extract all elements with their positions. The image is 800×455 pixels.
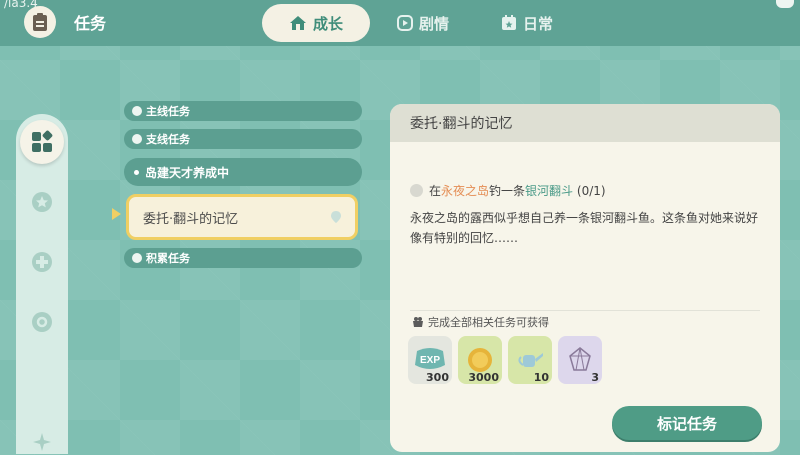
bullet-icon <box>134 169 139 175</box>
house-icon <box>289 16 306 30</box>
tab-growth[interactable]: 成长 <box>262 4 370 42</box>
divider <box>410 310 760 311</box>
tab-daily[interactable]: 日常 <box>494 4 560 42</box>
objective-target: 银河翻斗 <box>525 184 574 198</box>
grid-icon[interactable] <box>20 120 64 164</box>
sidebar <box>16 114 68 454</box>
rewards-title: 完成全部相关任务可获得 <box>412 314 549 330</box>
reward-watering-can[interactable]: 10 <box>508 336 552 384</box>
coin-icon <box>468 348 492 372</box>
category-icon <box>132 134 142 144</box>
reward-count: 300 <box>426 371 449 384</box>
calendar-icon <box>501 15 516 30</box>
exp-icon: EXP <box>415 348 445 369</box>
quest-item-selected[interactable]: 委托·翻斗的记忆 <box>126 194 358 240</box>
star-badge-icon[interactable] <box>20 180 64 224</box>
quest-detail-panel: 委托·翻斗的记忆 在永夜之岛钓一条银河翻斗 (0/1) 永夜之岛的露西似乎想自己… <box>390 104 780 452</box>
watering-can-icon <box>518 353 543 367</box>
reward-exp[interactable]: EXP 300 <box>408 336 452 384</box>
reward-count: 10 <box>533 371 549 384</box>
quest-detail-title: 委托·翻斗的记忆 <box>390 104 780 142</box>
svg-text:EXP: EXP <box>420 355 440 366</box>
mark-quest-button[interactable]: 标记任务 <box>612 406 762 440</box>
sub-category-label: 岛建天才养成中 <box>145 165 230 180</box>
category-side-quest[interactable]: 支线任务 <box>124 129 362 149</box>
objective-prefix: 在 <box>429 184 442 198</box>
location-pin-icon <box>331 211 341 223</box>
category-label: 主线任务 <box>146 105 190 118</box>
rewards-list: EXP 300 3000 10 3 <box>408 336 602 384</box>
category-label: 支线任务 <box>146 133 190 146</box>
category-icon <box>132 253 142 263</box>
reward-count: 3 <box>591 371 599 384</box>
quest-objective: 在永夜之岛钓一条银河翻斗 (0/1) <box>410 182 606 199</box>
clipboard-icon[interactable] <box>24 6 56 38</box>
gear-badge-icon[interactable] <box>20 300 64 344</box>
tab-label: 剧情 <box>418 14 449 33</box>
category-label: 积累任务 <box>146 252 190 265</box>
objective-location: 永夜之岛 <box>441 184 490 198</box>
plus-badge-icon[interactable] <box>20 240 64 284</box>
objective-middle: 钓一条 <box>489 184 526 198</box>
page-title: 任务 <box>74 14 107 33</box>
tab-label: 日常 <box>522 14 553 33</box>
sub-category-island[interactable]: 岛建天才养成中 <box>124 158 362 186</box>
tab-story[interactable]: 剧情 <box>388 4 458 42</box>
reward-coin[interactable]: 3000 <box>458 336 502 384</box>
objective-checkbox-icon <box>410 184 423 197</box>
category-accumulate-quest[interactable]: 积累任务 <box>124 248 362 268</box>
category-icon <box>132 106 142 116</box>
objective-progress: (0/1) <box>576 184 606 198</box>
top-bar: /lá3.4 任务 成长 剧情 日常 <box>0 0 800 46</box>
category-main-quest[interactable]: 主线任务 <box>124 101 362 121</box>
sparkle-icon[interactable] <box>20 420 64 455</box>
quest-item-label: 委托·翻斗的记忆 <box>143 211 239 227</box>
reward-crystal[interactable]: 3 <box>558 336 602 384</box>
selection-arrow-icon <box>112 208 121 220</box>
tab-label: 成长 <box>312 14 343 33</box>
play-icon <box>396 15 413 31</box>
crystal-icon <box>569 347 591 371</box>
quest-description: 永夜之岛的露西似乎想自己养一条银河翻斗鱼。这条鱼对她来说好像有特别的回忆…… <box>410 211 759 245</box>
reward-count: 3000 <box>468 371 499 384</box>
close-icon[interactable] <box>776 0 794 8</box>
gift-basket-icon <box>413 317 423 327</box>
